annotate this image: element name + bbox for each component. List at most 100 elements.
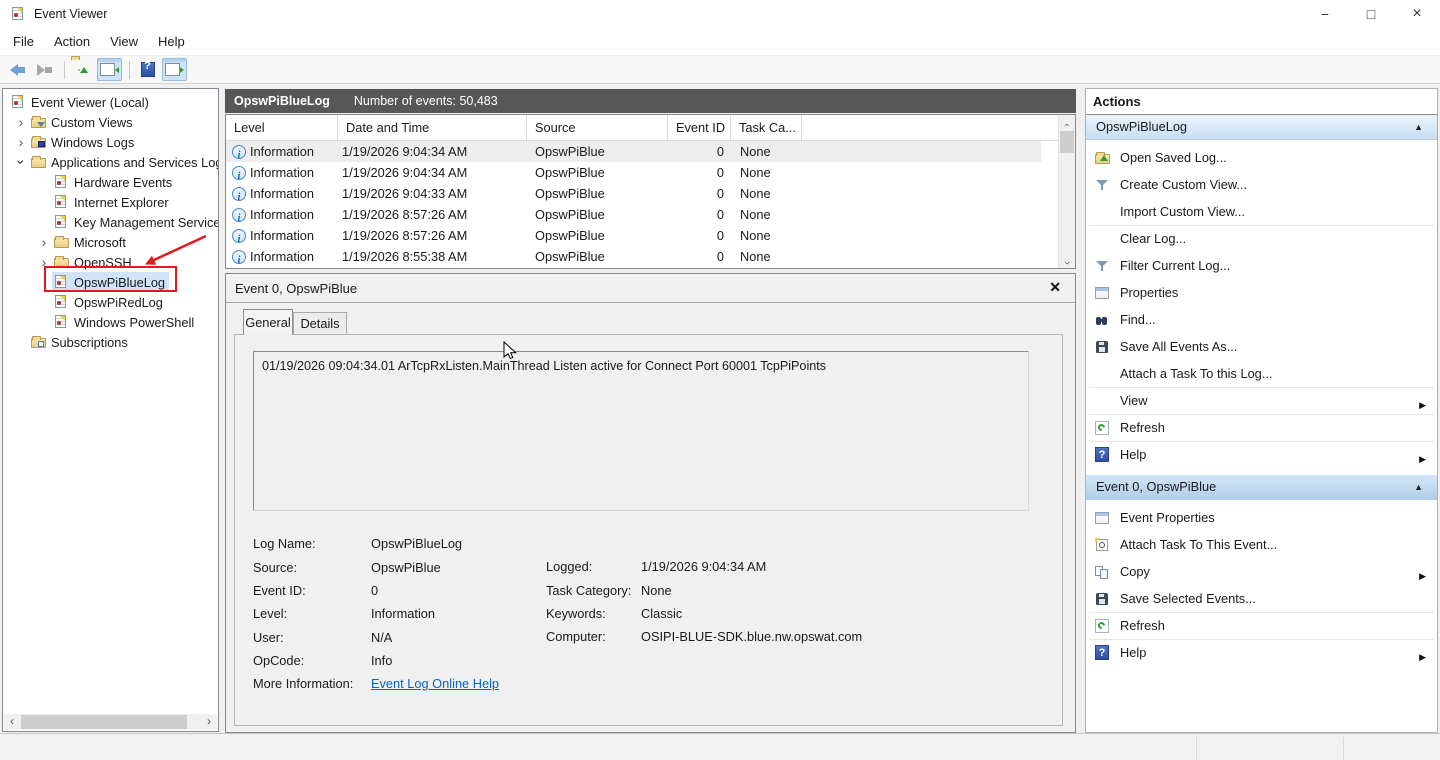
- create-custom-view-icon: [1094, 177, 1111, 193]
- field-label: User:: [253, 630, 371, 645]
- action-item[interactable]: Filter Current Log...: [1086, 252, 1437, 279]
- maximize-button[interactable]: □: [1348, 0, 1394, 28]
- action-item[interactable]: Clear Log...: [1086, 225, 1437, 252]
- help-icon[interactable]: [135, 58, 160, 81]
- action-item[interactable]: Open Saved Log...: [1086, 144, 1437, 171]
- tab-details[interactable]: Details: [293, 312, 347, 335]
- action-item-label: View: [1120, 393, 1148, 408]
- tree-item[interactable]: OpswPiRedLog: [3, 292, 218, 312]
- action-item[interactable]: Import Custom View...: [1086, 198, 1437, 225]
- action-item[interactable]: Save All Events As...: [1086, 333, 1437, 360]
- open-saved-log-icon: [1094, 150, 1111, 166]
- column-header[interactable]: Event ID: [668, 115, 731, 140]
- action-item[interactable]: Attach a Task To this Log...: [1086, 360, 1437, 387]
- menu-item[interactable]: View: [105, 34, 150, 49]
- action-pane-toggle-icon[interactable]: [162, 58, 187, 81]
- action-item[interactable]: Create Custom View...: [1086, 171, 1437, 198]
- event-row[interactable]: Information 1/19/2026 9:04:33 AM OpswPiB…: [226, 183, 1041, 204]
- tree-item[interactable]: OpenSSH: [3, 252, 218, 272]
- column-header[interactable]: Level: [226, 115, 338, 140]
- event-description-box[interactable]: 01/19/2026 09:04:34.01 ArTcpRxListen.Mai…: [253, 351, 1029, 511]
- action-item-label: Refresh: [1120, 420, 1165, 435]
- scrollbar-thumb[interactable]: [21, 715, 187, 729]
- event-list-scrollbar[interactable]: › ›: [1058, 115, 1075, 268]
- tree-item-label: Event Viewer (Local): [31, 95, 149, 110]
- tree-item[interactable]: OpswPiBlueLog: [3, 272, 218, 292]
- field-label: OpCode:: [253, 653, 371, 668]
- event-row[interactable]: Information 1/19/2026 8:57:26 AM OpswPiB…: [226, 204, 1041, 225]
- event-field-row: OpCode: Info: [253, 649, 462, 672]
- action-item[interactable]: Refresh: [1086, 612, 1437, 639]
- tree-expander-icon[interactable]: [13, 153, 29, 171]
- menu-item[interactable]: Action: [49, 34, 102, 49]
- tree-item[interactable]: Windows PowerShell: [3, 312, 218, 332]
- back-arrow-icon[interactable]: [5, 58, 30, 81]
- tree-horizontal-scrollbar[interactable]: ‹ ›: [4, 714, 217, 730]
- preview-close-icon[interactable]: ✕: [1049, 279, 1061, 296]
- scroll-right-icon[interactable]: ›: [201, 714, 217, 730]
- action-item[interactable]: Help: [1086, 639, 1437, 666]
- scrollbar-thumb[interactable]: [1060, 131, 1074, 153]
- action-item-label: Find...: [1120, 312, 1156, 327]
- action-item[interactable]: View: [1086, 387, 1437, 414]
- action-item[interactable]: Save Selected Events...: [1086, 585, 1437, 612]
- field-value: Info: [371, 653, 392, 668]
- event-source: OpswPiBlue: [527, 186, 668, 201]
- event-log-online-help-link[interactable]: Event Log Online Help: [371, 676, 499, 691]
- action-item[interactable]: Copy: [1086, 558, 1437, 585]
- event-row[interactable]: Information 1/19/2026 8:55:38 AM OpswPiB…: [226, 246, 1041, 267]
- console-tree-toggle-icon[interactable]: [97, 58, 122, 81]
- preview-header: Event 0, OpswPiBlue ✕: [226, 274, 1075, 303]
- action-item[interactable]: Help: [1086, 441, 1437, 468]
- action-item[interactable]: Refresh: [1086, 414, 1437, 441]
- scroll-up-icon[interactable]: ›: [1059, 115, 1075, 130]
- event-row[interactable]: Information 1/19/2026 8:57:26 AM OpswPiB…: [226, 225, 1041, 246]
- forward-arrow-icon[interactable]: [32, 58, 57, 81]
- action-item[interactable]: Find...: [1086, 306, 1437, 333]
- tree-item[interactable]: Hardware Events: [3, 172, 218, 192]
- tree-item[interactable]: Key Management Service: [3, 212, 218, 232]
- event-source: OpswPiBlue: [527, 165, 668, 180]
- minimize-button[interactable]: −: [1302, 0, 1348, 28]
- tree-expander-icon[interactable]: [13, 133, 29, 151]
- actions-section-header[interactable]: OpswPiBlueLog: [1086, 115, 1437, 140]
- column-header[interactable]: Task Ca...: [731, 115, 802, 140]
- action-item[interactable]: Event Properties: [1086, 504, 1437, 531]
- tree-expander-icon[interactable]: [13, 113, 29, 131]
- column-header[interactable]: Date and Time: [338, 115, 527, 140]
- menu-item[interactable]: Help: [153, 34, 197, 49]
- action-item-label: Refresh: [1120, 618, 1165, 633]
- scroll-left-icon[interactable]: ‹: [4, 714, 20, 730]
- help-icon: [1094, 447, 1111, 463]
- scroll-down-icon[interactable]: ›: [1059, 253, 1075, 268]
- actions-section-header[interactable]: Event 0, OpswPiBlue: [1086, 475, 1437, 500]
- field-value: Information: [371, 606, 435, 621]
- column-header[interactable]: Source: [527, 115, 668, 140]
- tree-item[interactable]: Applications and Services Logs: [3, 152, 218, 172]
- action-item-label: Attach Task To This Event...: [1120, 537, 1277, 552]
- export-log-icon[interactable]: [70, 58, 95, 81]
- tree-item[interactable]: Event Viewer (Local): [3, 92, 218, 112]
- properties-icon: [1094, 285, 1111, 301]
- tab-general[interactable]: General: [243, 309, 293, 335]
- filter-icon: [1094, 258, 1111, 274]
- event-row[interactable]: Information 1/19/2026 9:04:34 AM OpswPiB…: [226, 162, 1041, 183]
- tree-expander-icon[interactable]: [36, 253, 52, 271]
- action-item[interactable]: Attach Task To This Event...: [1086, 531, 1437, 558]
- menu-item[interactable]: File: [8, 34, 46, 49]
- toolbar-separator: [59, 58, 68, 81]
- tree-expander-icon[interactable]: [36, 233, 52, 251]
- tree-item[interactable]: Microsoft: [3, 232, 218, 252]
- tree-item[interactable]: Custom Views: [3, 112, 218, 132]
- action-item[interactable]: Properties: [1086, 279, 1437, 306]
- event-task-category: None: [731, 165, 802, 180]
- submenu-arrow-icon: [1419, 450, 1426, 465]
- title-bar: Event Viewer − □ ×: [0, 0, 1440, 28]
- tree-item[interactable]: Internet Explorer: [3, 192, 218, 212]
- tree-item[interactable]: Subscriptions: [3, 332, 218, 352]
- tree-item-label: OpswPiBlueLog: [74, 275, 165, 290]
- tree-item[interactable]: Windows Logs: [3, 132, 218, 152]
- close-button[interactable]: ×: [1394, 0, 1440, 28]
- event-list: LevelDate and TimeSourceEvent IDTask Ca.…: [225, 114, 1076, 269]
- event-row[interactable]: Information 1/19/2026 9:04:34 AM OpswPiB…: [226, 141, 1041, 162]
